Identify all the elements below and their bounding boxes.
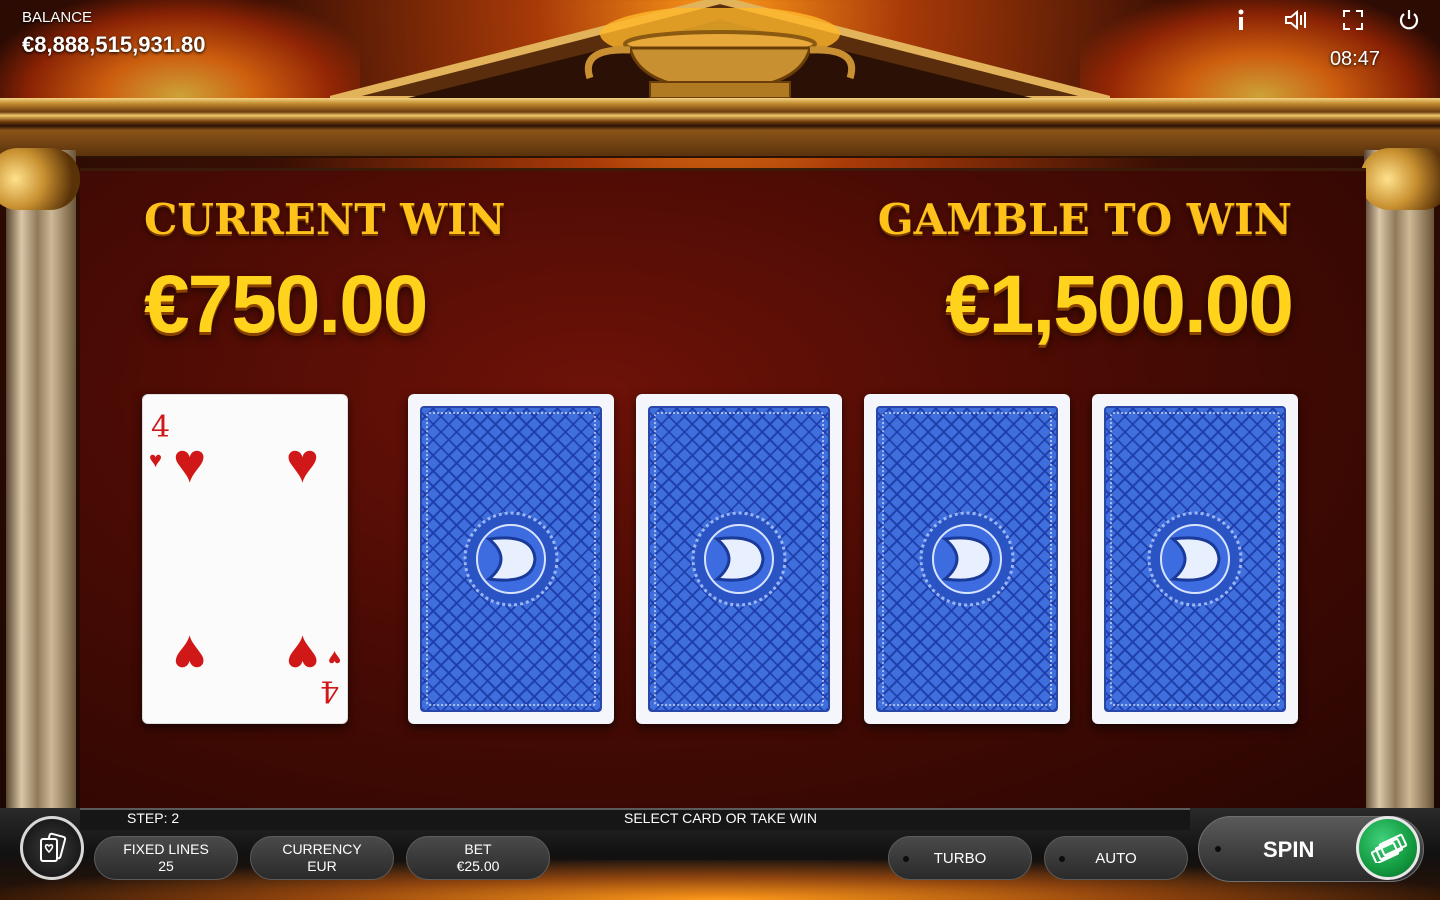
info-icon[interactable] bbox=[1228, 6, 1254, 34]
fixed-lines-display: FIXED LINES 25 bbox=[94, 836, 238, 880]
temple-beam bbox=[0, 98, 1440, 158]
flaming-urn-icon bbox=[585, 8, 855, 99]
hidden-card-1[interactable] bbox=[408, 394, 614, 724]
step-indicator: STEP: 2 bbox=[127, 810, 180, 826]
current-win-amount: €750.00 bbox=[144, 259, 428, 350]
fixed-lines-value: 25 bbox=[158, 858, 174, 874]
cash-icon bbox=[1370, 833, 1407, 863]
heart-icon: ♥ bbox=[173, 431, 207, 494]
card-rank-top: 4 bbox=[151, 410, 171, 445]
card-rank-bottom: 4 bbox=[319, 673, 339, 708]
column-capital-left bbox=[0, 148, 80, 210]
sound-icon[interactable] bbox=[1284, 6, 1310, 34]
card-back-pattern bbox=[1104, 406, 1286, 712]
hidden-card-4[interactable] bbox=[1092, 394, 1298, 724]
spin-indicator bbox=[1215, 846, 1221, 852]
currency-value: EUR bbox=[307, 858, 337, 874]
card-emblem-icon bbox=[1147, 511, 1243, 607]
fixed-lines-label: FIXED LINES bbox=[123, 841, 209, 857]
balance-label: BALANCE bbox=[22, 9, 93, 26]
take-win-button[interactable] bbox=[1356, 816, 1420, 880]
cards-icon bbox=[40, 832, 67, 862]
gamble-to-win-label: GAMBLE TO WIN bbox=[877, 195, 1292, 244]
card-back-pattern bbox=[648, 406, 830, 712]
column-capital-right bbox=[1360, 148, 1440, 210]
turbo-label: TURBO bbox=[933, 849, 987, 867]
dealer-card: 4 ♥ ♥ ♥ ♥ ♥ ♥ 4 bbox=[142, 394, 348, 724]
bet-value: €25.00 bbox=[456, 858, 500, 874]
card-emblem-icon bbox=[919, 511, 1015, 607]
fullscreen-icon[interactable] bbox=[1340, 6, 1366, 34]
auto-label: AUTO bbox=[1095, 849, 1137, 867]
current-win-label: CURRENT WIN bbox=[144, 195, 506, 244]
card-emblem-icon bbox=[463, 511, 559, 607]
hidden-card-3[interactable] bbox=[864, 394, 1070, 724]
currency-display: CURRENCY EUR bbox=[250, 836, 394, 880]
card-back-pattern bbox=[420, 406, 602, 712]
heart-icon: ♥ bbox=[327, 646, 341, 671]
clock: 08:47 bbox=[1329, 48, 1380, 70]
bet-selector[interactable]: BET €25.00 bbox=[406, 836, 550, 880]
heart-icon: ♥ bbox=[173, 624, 207, 687]
balance-value: €8,888,515,931.80 bbox=[22, 32, 206, 57]
gamble-menu-button[interactable] bbox=[20, 816, 84, 880]
turbo-indicator bbox=[903, 856, 909, 862]
card-emblem-icon bbox=[691, 511, 787, 607]
heart-icon: ♥ bbox=[285, 431, 319, 494]
spin-label: SPIN bbox=[1263, 837, 1315, 862]
hud-toolbar bbox=[1228, 6, 1422, 34]
currency-label: CURRENCY bbox=[282, 841, 362, 857]
instruction-text: SELECT CARD OR TAKE WIN bbox=[624, 810, 817, 826]
column-left bbox=[6, 150, 76, 810]
hidden-card-2[interactable] bbox=[636, 394, 842, 724]
turbo-toggle[interactable]: TURBO bbox=[888, 836, 1032, 880]
power-icon[interactable] bbox=[1396, 6, 1422, 34]
heart-icon: ♥ bbox=[285, 624, 319, 687]
card-back-pattern bbox=[876, 406, 1058, 712]
gamble-to-win-amount: €1,500.00 bbox=[945, 259, 1294, 350]
auto-toggle[interactable]: AUTO bbox=[1044, 836, 1188, 880]
auto-indicator bbox=[1059, 856, 1065, 862]
heart-icon: ♥ bbox=[149, 447, 163, 472]
column-right bbox=[1364, 150, 1434, 810]
bet-label: BET bbox=[464, 841, 492, 857]
